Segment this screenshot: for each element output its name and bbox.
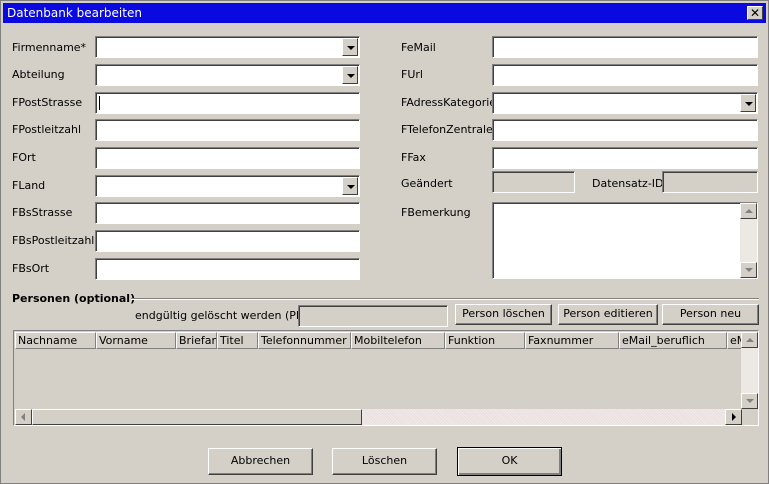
scroll-right-icon[interactable]: [725, 409, 742, 425]
section-divider: [131, 298, 759, 300]
geaendert-label: Geändert: [401, 177, 453, 190]
text-caret: [99, 96, 100, 110]
person-new-label: Person neu: [679, 307, 742, 320]
column-header[interactable]: Telefonnummer: [258, 332, 351, 349]
persons-table[interactable]: Nachname Vorname Briefanr Titel Telefonn…: [13, 330, 759, 426]
fbsstrasse-label: FBsStrasse: [12, 206, 73, 219]
scroll-thumb[interactable]: [32, 409, 362, 425]
scroll-up-icon[interactable]: [740, 203, 757, 219]
abteilung-combo[interactable]: [95, 64, 360, 86]
femail-label: FeMail: [401, 41, 436, 54]
delete-button[interactable]: Löschen: [332, 448, 437, 475]
firmenname-combo[interactable]: [95, 36, 360, 58]
pid-label: endgültig gelöscht werden (PID):: [135, 309, 316, 322]
person-delete-button[interactable]: Person löschen: [455, 304, 552, 325]
column-header[interactable]: Briefanr: [176, 332, 217, 349]
textarea-scrollbar[interactable]: [740, 203, 757, 278]
fbemerkung-label: FBemerkung: [401, 206, 471, 219]
datensatz-id-label: Datensatz-ID: [592, 177, 664, 190]
person-edit-label: Person editieren: [563, 307, 653, 320]
scroll-down-icon[interactable]: [741, 393, 758, 409]
fort-label: FOrt: [12, 151, 36, 164]
fbsort-input[interactable]: [95, 258, 360, 280]
chevron-down-icon[interactable]: [342, 177, 358, 195]
column-header[interactable]: Mobiltelefon: [351, 332, 445, 349]
cancel-button[interactable]: Abbrechen: [208, 448, 313, 475]
fland-combo[interactable]: [95, 175, 360, 197]
dialog-window: Datenbank bearbeiten ✕ Firmenname* Abtei…: [0, 0, 769, 484]
fadresskategorie-label: FAdressKategorie: [401, 96, 497, 109]
title-bar: Datenbank bearbeiten ✕: [3, 3, 766, 23]
person-edit-button[interactable]: Person editieren: [558, 304, 658, 325]
fpostleitzahl-label: FPostleitzahl: [12, 123, 82, 136]
abteilung-label: Abteilung: [12, 68, 65, 81]
fbspostleitzahl-label: FBsPostleitzahl: [12, 234, 95, 247]
fland-label: FLand: [12, 179, 46, 192]
delete-label: Löschen: [361, 454, 408, 467]
firmenname-label: Firmenname*: [12, 41, 87, 54]
column-header[interactable]: Titel: [217, 332, 258, 349]
fbspostleitzahl-input[interactable]: [95, 230, 360, 252]
fbemerkung-textarea[interactable]: [492, 202, 758, 279]
scroll-up-icon[interactable]: [741, 332, 758, 348]
fort-input[interactable]: [95, 147, 360, 169]
close-button[interactable]: ✕: [747, 6, 763, 20]
ffax-label: FFax: [401, 151, 426, 164]
fbsort-label: FBsOrt: [12, 262, 50, 275]
fpoststrasse-label: FPostStrasse: [12, 96, 83, 109]
scroll-down-icon[interactable]: [740, 262, 757, 278]
close-icon: ✕: [749, 6, 761, 20]
cancel-label: Abbrechen: [230, 454, 291, 467]
chevron-down-icon[interactable]: [740, 94, 756, 112]
ftelefonzentrale-input[interactable]: [492, 119, 758, 141]
column-header[interactable]: Vorname: [96, 332, 176, 349]
furl-label: FUrl: [401, 68, 423, 81]
chevron-down-icon[interactable]: [342, 66, 358, 84]
femail-input[interactable]: [492, 36, 758, 58]
scroll-left-icon[interactable]: [15, 409, 32, 425]
column-header[interactable]: Faxnummer: [525, 332, 619, 349]
datensatz-id-field: [662, 171, 758, 193]
table-vertical-scrollbar[interactable]: [741, 332, 758, 409]
column-header[interactable]: eMail_beruflich: [619, 332, 727, 349]
person-delete-label: Person löschen: [462, 307, 545, 320]
window-title: Datenbank bearbeiten: [7, 6, 142, 20]
scroll-track[interactable]: [362, 409, 725, 425]
geaendert-field: [492, 171, 575, 193]
ok-label: OK: [501, 454, 518, 467]
ftelefonzentrale-label: FTelefonZentrale: [401, 123, 493, 136]
chevron-down-icon[interactable]: [342, 38, 358, 56]
persons-section-title: Personen (optional): [12, 292, 136, 305]
ok-button[interactable]: OK: [457, 447, 562, 476]
column-header[interactable]: Funktion: [445, 332, 525, 349]
table-horizontal-scrollbar[interactable]: [15, 409, 742, 425]
fbsstrasse-input[interactable]: [95, 202, 360, 224]
fpostleitzahl-input[interactable]: [95, 119, 360, 141]
person-new-button[interactable]: Person neu: [662, 304, 759, 325]
fpoststrasse-input[interactable]: [95, 92, 360, 114]
fadresskategorie-combo[interactable]: [492, 92, 758, 114]
furl-input[interactable]: [492, 64, 758, 86]
pid-field: [298, 305, 448, 327]
column-header[interactable]: Nachname: [15, 332, 96, 349]
ffax-input[interactable]: [492, 147, 758, 169]
